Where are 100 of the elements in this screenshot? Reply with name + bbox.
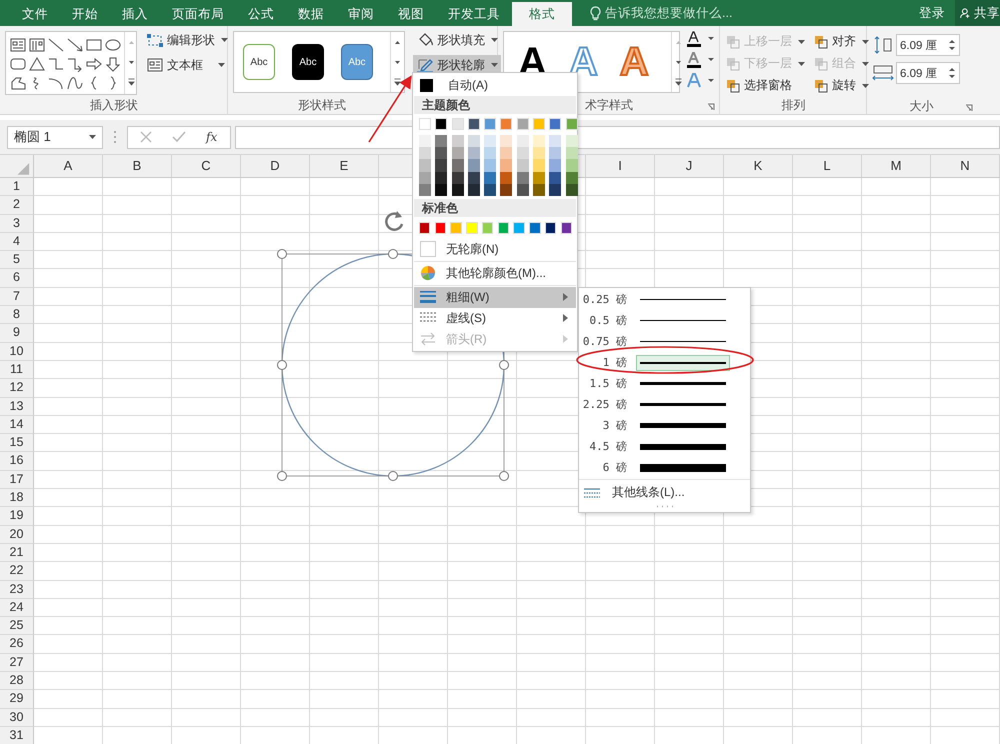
resize-handle[interactable] [277, 360, 287, 370]
line-weight-item[interactable]: 0.25 磅 [579, 289, 750, 310]
column-header[interactable]: D [241, 155, 310, 177]
triangle-icon[interactable] [28, 56, 46, 72]
color-swatch[interactable] [549, 147, 562, 160]
color-swatch[interactable] [500, 159, 512, 172]
color-swatch[interactable] [482, 222, 494, 234]
column-header[interactable]: I [586, 155, 655, 177]
column-header[interactable]: L [793, 155, 862, 177]
row-header[interactable]: 8 [0, 306, 34, 324]
line-weight-item[interactable]: 4.5 磅 [579, 436, 750, 457]
right-arrow-icon[interactable] [84, 56, 102, 72]
shape-style-preset[interactable]: Abc [243, 44, 276, 80]
ellipse-icon[interactable] [104, 36, 122, 52]
color-swatch[interactable] [452, 118, 464, 130]
color-swatch[interactable] [434, 222, 446, 234]
color-swatch[interactable] [435, 135, 448, 148]
arrange-button[interactable]: 对齐 [813, 32, 869, 51]
resize-handle[interactable] [277, 249, 287, 259]
color-swatch[interactable] [484, 147, 496, 160]
color-swatch[interactable] [516, 172, 529, 184]
resize-handle[interactable] [388, 471, 398, 481]
dialog-launcher-icon[interactable] [965, 104, 973, 112]
color-swatch[interactable] [484, 159, 496, 172]
color-swatch[interactable] [452, 159, 464, 172]
automatic-color-item[interactable]: 自动(A) [414, 74, 576, 96]
color-swatch[interactable] [452, 172, 464, 184]
color-swatch[interactable] [549, 172, 562, 184]
column-header[interactable]: N [931, 155, 1000, 177]
color-swatch[interactable] [468, 147, 480, 160]
shape-fill-button[interactable]: 形状填充 [413, 30, 501, 50]
color-swatch[interactable] [419, 222, 430, 234]
line-weight-item[interactable]: 0.75 磅 [579, 331, 750, 352]
color-swatch[interactable] [435, 118, 448, 130]
edit-shape-button[interactable]: 编辑形状 [143, 30, 231, 50]
arrange-button[interactable]: 旋转 [813, 76, 869, 95]
row-header[interactable]: 22 [0, 562, 34, 581]
column-header[interactable]: C [172, 155, 241, 177]
rectangle-icon[interactable] [84, 36, 102, 52]
color-swatch[interactable] [468, 159, 480, 172]
row-header[interactable]: 18 [0, 489, 34, 508]
color-swatch[interactable] [560, 222, 572, 234]
row-header[interactable]: 11 [0, 360, 34, 380]
height-field[interactable]: 6.09 厘 [896, 34, 960, 56]
row-header[interactable]: 20 [0, 526, 34, 544]
line-weight-item[interactable]: 6 磅 [579, 457, 750, 478]
search-field[interactable]: 告诉我您想要做什么... [605, 6, 775, 20]
color-swatch[interactable] [435, 172, 448, 184]
color-swatch[interactable] [435, 147, 448, 160]
row-header[interactable]: 10 [0, 342, 34, 361]
color-swatch[interactable] [419, 172, 431, 184]
color-swatch[interactable] [419, 184, 431, 196]
resize-handle[interactable] [388, 249, 398, 259]
color-swatch[interactable] [468, 135, 480, 148]
color-swatch[interactable] [544, 222, 556, 234]
color-swatch[interactable] [566, 159, 578, 172]
color-swatch[interactable] [484, 184, 496, 196]
color-swatch[interactable] [419, 118, 431, 130]
color-swatch[interactable] [549, 135, 562, 148]
color-swatch[interactable] [466, 222, 478, 234]
row-header[interactable]: 2 [0, 196, 34, 215]
color-swatch[interactable] [549, 159, 562, 172]
color-swatch[interactable] [533, 184, 546, 196]
color-swatch[interactable] [452, 147, 464, 160]
arrow-line-icon[interactable] [66, 36, 84, 52]
arrange-button[interactable]: 选择窗格 [725, 76, 805, 95]
vertical-textbox-icon[interactable] [28, 36, 46, 52]
row-header[interactable]: 6 [0, 269, 34, 288]
color-swatch[interactable] [529, 222, 541, 234]
ribbon-tab[interactable]: 插入 [110, 2, 160, 26]
ribbon-tab[interactable]: 审阅 [336, 2, 386, 26]
menu-item[interactable]: 粗细(W) [414, 286, 576, 308]
color-swatch[interactable] [484, 118, 496, 130]
row-header[interactable]: 1 [0, 178, 34, 196]
color-swatch[interactable] [452, 184, 464, 196]
resize-handle[interactable] [499, 360, 509, 370]
color-swatch[interactable] [516, 135, 529, 148]
color-swatch[interactable] [500, 118, 512, 130]
color-swatch[interactable] [419, 159, 431, 172]
row-header[interactable]: 24 [0, 598, 34, 618]
color-swatch[interactable] [468, 118, 480, 130]
name-box[interactable]: 椭圆 1 [7, 126, 103, 148]
ribbon-tab[interactable]: 页面布局 [160, 2, 236, 26]
ribbon-tab[interactable]: 开始 [60, 2, 110, 26]
ribbon-tab[interactable]: 开发工具 [436, 2, 512, 26]
color-swatch[interactable] [533, 147, 546, 160]
color-swatch[interactable] [435, 184, 448, 196]
color-swatch[interactable] [566, 135, 578, 148]
ribbon-tab[interactable]: 公式 [236, 2, 286, 26]
column-header[interactable]: A [34, 155, 103, 177]
color-swatch[interactable] [533, 159, 546, 172]
color-swatch[interactable] [549, 184, 562, 196]
line-weight-item[interactable]: 1.5 磅 [579, 373, 750, 394]
color-swatch[interactable] [484, 135, 496, 148]
line-icon[interactable] [46, 36, 64, 52]
row-header[interactable]: 21 [0, 544, 34, 562]
line-weight-item[interactable]: 1 磅 [579, 352, 750, 373]
width-field[interactable]: 6.09 厘 [896, 62, 960, 84]
row-header[interactable]: 30 [0, 708, 34, 727]
menu-item[interactable]: 其他轮廓颜色(M)... [414, 262, 576, 284]
